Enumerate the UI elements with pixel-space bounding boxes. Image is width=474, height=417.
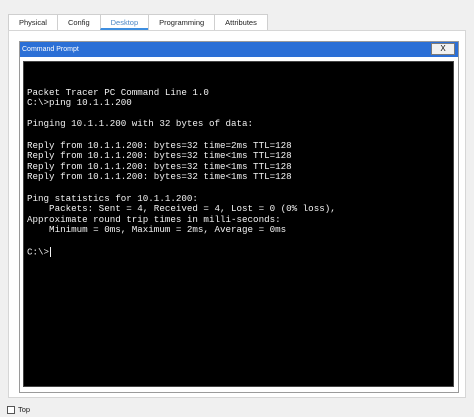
terminal-line: C:\>ping 10.1.1.200 [27, 97, 132, 109]
top-checkbox[interactable] [7, 406, 15, 414]
tab-programming[interactable]: Programming [148, 14, 216, 30]
terminal-prompt-line[interactable]: C:\> [27, 245, 336, 258]
tab-physical[interactable]: Physical [8, 14, 58, 30]
desktop-panel: Command Prompt X Packet Tracer PC Comman… [8, 30, 466, 398]
close-button[interactable]: X [431, 43, 455, 55]
tab-attributes[interactable]: Attributes [214, 14, 268, 30]
tab-config[interactable]: Config [56, 14, 101, 30]
command-prompt-titlebar: Command Prompt X [20, 42, 458, 57]
text-cursor [50, 246, 52, 257]
terminal-line: Reply from 10.1.1.200: bytes=32 time<1ms… [27, 171, 292, 183]
top-label: Top [18, 405, 31, 414]
top-option[interactable]: Top [7, 405, 30, 415]
window-title: Command Prompt [22, 46, 79, 53]
terminal-line: Pinging 10.1.1.200 with 32 bytes of data… [27, 118, 254, 130]
terminal-prompt: C:\> [27, 245, 50, 257]
pc-desktop-window: Physical Config Desktop Programming Attr… [0, 0, 474, 417]
tab-bar: Physical Config Desktop Programming Attr… [8, 14, 268, 30]
command-prompt-window: Command Prompt X Packet Tracer PC Comman… [19, 41, 459, 393]
terminal-lines: Packet Tracer PC Command Line 1.0 C:\>pi… [27, 77, 336, 257]
terminal-output[interactable]: Packet Tracer PC Command Line 1.0 C:\>pi… [23, 61, 454, 387]
terminal-line: Minimum = 0ms, Maximum = 2ms, Average = … [27, 224, 287, 236]
tab-desktop[interactable]: Desktop [99, 14, 150, 30]
